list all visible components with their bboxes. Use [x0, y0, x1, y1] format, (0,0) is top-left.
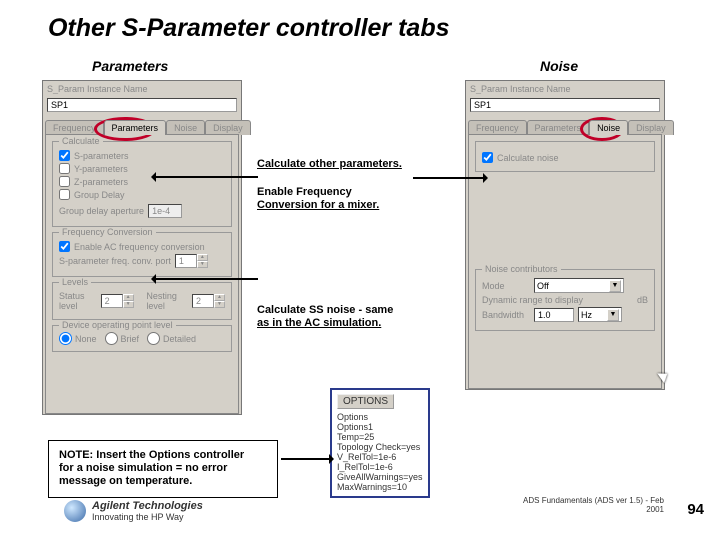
options-line: Options1 [337, 422, 423, 432]
footer-text: ADS Fundamentals (ADS ver 1.5) - Feb 200… [514, 496, 664, 514]
page-number: 94 [687, 501, 704, 518]
label-sparams: S-parameters [74, 151, 129, 161]
section-label-noise: Noise [540, 58, 578, 74]
options-line: GiveAllWarnings=yes [337, 472, 423, 482]
panel-header-left: S_Param Instance Name [43, 81, 241, 96]
tab-frequency[interactable]: Frequency [45, 120, 104, 135]
group-freq-conversion: Frequency Conversion Enable AC frequency… [52, 232, 232, 277]
group-calculate: Calculate S-parameters Y-parameters Z-pa… [52, 141, 232, 227]
callout-freq-conv: Enable FrequencyConversion for a mixer. [257, 186, 379, 211]
label-enable-fc: Enable AC frequency conversion [74, 242, 205, 252]
tab-noise-right[interactable]: Noise [589, 120, 628, 135]
options-line: Temp=25 [337, 432, 423, 442]
brand-logo-icon [64, 500, 86, 522]
tab-display-left[interactable]: Display [205, 120, 251, 135]
label-calc-noise: Calculate noise [497, 153, 559, 163]
checkbox-calc-noise[interactable] [482, 152, 493, 163]
checkbox-yparams[interactable] [59, 163, 70, 174]
slide-title: Other S-Parameter controller tabs [48, 14, 450, 43]
options-line: Options [337, 412, 423, 422]
label-bandwidth: Bandwidth [482, 310, 530, 320]
group-calc-noise: Calculate noise [475, 141, 655, 172]
field-bandwidth[interactable]: 1.0 [534, 308, 574, 322]
group-title-calculate: Calculate [59, 136, 103, 146]
select-mode[interactable]: Off▼ [534, 278, 624, 293]
tabbar-right: Frequency Parameters Noise Display [466, 116, 664, 134]
radio-none[interactable] [59, 332, 72, 345]
checkbox-zparams[interactable] [59, 176, 70, 187]
options-header: OPTIONS [337, 394, 394, 409]
checkbox-sparams[interactable] [59, 150, 70, 161]
spin-up-icon[interactable]: ▲ [197, 254, 208, 261]
label-mode: Mode [482, 281, 530, 291]
options-line: V_RelTol=1e-6 [337, 452, 423, 462]
label-none: None [75, 334, 97, 344]
label-detailed: Detailed [163, 334, 196, 344]
group-title-nc: Noise contributors [482, 264, 561, 274]
spinner-status-level[interactable]: 2▲▼ [101, 294, 134, 308]
radio-detailed[interactable] [147, 332, 160, 345]
unit-db: dB [637, 295, 648, 305]
options-controller-box: OPTIONS Options Options1 Temp=25 Topolog… [330, 388, 430, 498]
tab-parameters-right[interactable]: Parameters [527, 120, 590, 135]
group-dop: Device operating point level None Brief … [52, 325, 232, 352]
group-title-levels: Levels [59, 277, 91, 287]
label-fc-port: S-parameter freq. conv. port [59, 256, 171, 266]
label-status-level: Status level [59, 291, 97, 311]
label-yparams: Y-parameters [74, 164, 128, 174]
label-aperture: Group delay aperture [59, 206, 144, 216]
options-line: MaxWarnings=10 [337, 482, 423, 492]
group-title-dop: Device operating point level [59, 320, 176, 330]
checkbox-enable-fc[interactable] [59, 241, 70, 252]
noise-panel: S_Param Instance Name SP1 Frequency Para… [465, 80, 665, 390]
label-nest-level: Nesting level [146, 291, 188, 311]
label-brief: Brief [121, 334, 140, 344]
callout-calc-params: Calculate other parameters. [257, 158, 402, 171]
tabbar-left: Frequency Parameters Noise Display [43, 116, 241, 134]
group-title-fc: Frequency Conversion [59, 227, 156, 237]
callout-ss-noise: Calculate SS noise - sameas in the AC si… [257, 304, 393, 329]
select-bw-unit[interactable]: Hz▼ [578, 307, 622, 322]
options-line: I_RelTol=1e-6 [337, 462, 423, 472]
tab-noise-left[interactable]: Noise [166, 120, 205, 135]
panel-header-right: S_Param Instance Name [466, 81, 664, 96]
section-label-parameters: Parameters [92, 58, 168, 74]
label-dynamic-range: Dynamic range to display [482, 295, 583, 305]
parameters-panel: S_Param Instance Name SP1 Frequency Para… [42, 80, 242, 415]
checkbox-gdelay[interactable] [59, 189, 70, 200]
tab-frequency-right[interactable]: Frequency [468, 120, 527, 135]
arrow-options [281, 458, 329, 460]
note-box: NOTE: Insert the Options controllerfor a… [48, 440, 278, 498]
instance-name-field-right[interactable]: SP1 [470, 98, 660, 112]
radio-brief[interactable] [105, 332, 118, 345]
label-gdelay: Group Delay [74, 190, 125, 200]
chevron-down-icon: ▼ [607, 309, 619, 321]
brand-tag: Innovating the HP Way [92, 512, 184, 522]
chevron-down-icon: ▼ [609, 280, 621, 292]
group-noise-contributors: Noise contributors Mode Off▼ Dynamic ran… [475, 269, 655, 331]
tab-parameters[interactable]: Parameters [104, 120, 167, 135]
field-aperture[interactable]: 1e-4 [148, 204, 182, 218]
spinner-fc-port[interactable]: 1 ▲▼ [175, 254, 208, 268]
spin-down-icon[interactable]: ▼ [197, 261, 208, 268]
label-zparams: Z-parameters [74, 177, 128, 187]
brand-name: Agilent Technologies [92, 500, 203, 512]
footer-brand: Agilent TechnologiesInnovating the HP Wa… [64, 500, 203, 522]
instance-name-field-left[interactable]: SP1 [47, 98, 237, 112]
spinner-nest-level[interactable]: 2▲▼ [192, 294, 225, 308]
tab-display-right[interactable]: Display [628, 120, 674, 135]
options-line: Topology Check=yes [337, 442, 423, 452]
group-levels: Levels Status level 2▲▼ Nesting level 2▲… [52, 282, 232, 320]
